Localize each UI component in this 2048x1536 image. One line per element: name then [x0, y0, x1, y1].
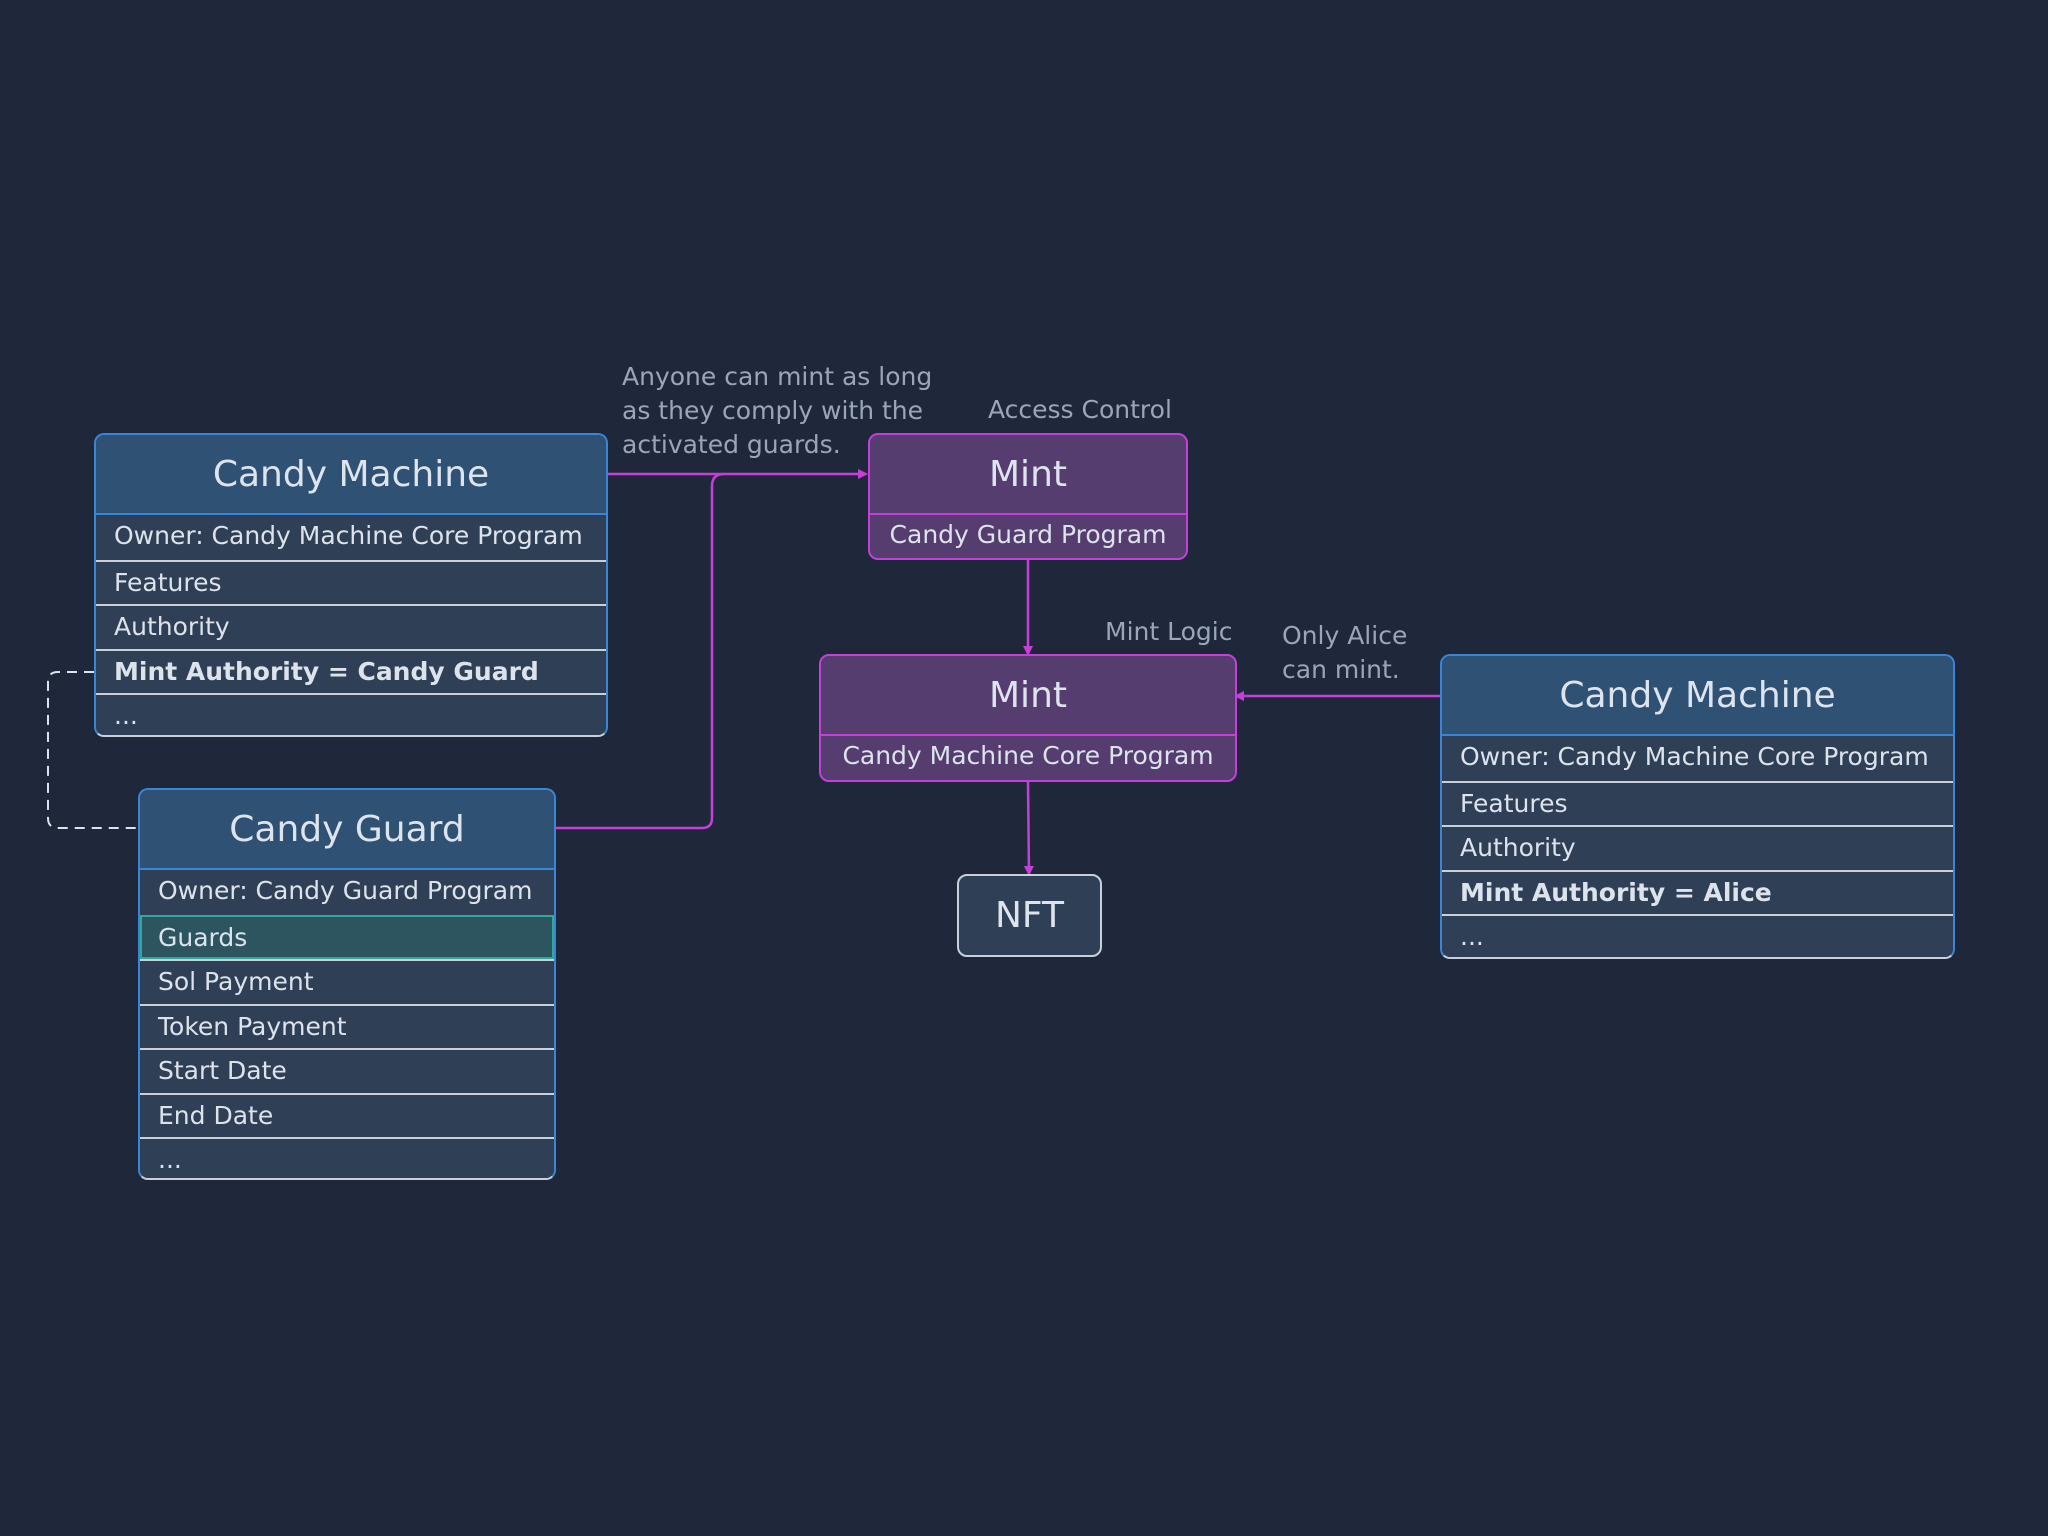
- anyone-can-mint-label: Anyone can mint as long as they comply w…: [622, 360, 932, 462]
- diagram-canvas: Candy Machine Owner: Candy Machine Core …: [0, 0, 2048, 1536]
- anyone-line-2: as they comply with the: [622, 396, 924, 425]
- candy-guard-node[interactable]: Candy Guard Owner: Candy Guard Program G…: [138, 788, 556, 1180]
- candy-guard-title: Candy Guard: [140, 790, 554, 870]
- field-more: ...: [96, 693, 606, 735]
- field-start-date: Start Date: [140, 1048, 554, 1093]
- candy-machine-right-fields: Owner: Candy Machine Core Program Featur…: [1442, 736, 1953, 957]
- field-more: ...: [1442, 914, 1953, 957]
- candy-machine-right-title: Candy Machine: [1442, 656, 1953, 736]
- field-token-payment: Token Payment: [140, 1003, 554, 1048]
- field-mint-authority: Mint Authority = Candy Guard: [96, 648, 606, 693]
- candy-machine-right-node[interactable]: Candy Machine Owner: Candy Machine Core …: [1440, 654, 1955, 959]
- only-alice-line-2: can mint.: [1282, 655, 1400, 684]
- candy-guard-fields: Owner: Candy Guard Program Guards Sol Pa…: [140, 870, 554, 1178]
- field-authority: Authority: [1442, 825, 1953, 870]
- candy-machine-left-title: Candy Machine: [96, 435, 606, 515]
- field-owner: Owner: Candy Guard Program: [140, 870, 554, 915]
- field-features: Features: [1442, 780, 1953, 825]
- field-end-date: End Date: [140, 1092, 554, 1137]
- anyone-line-1: Anyone can mint as long: [622, 362, 933, 391]
- field-mint-authority: Mint Authority = Alice: [1442, 869, 1953, 914]
- field-authority: Authority: [96, 604, 606, 649]
- field-sol-payment: Sol Payment: [140, 959, 554, 1004]
- field-more: ...: [140, 1137, 554, 1178]
- nft-node[interactable]: NFT: [957, 874, 1102, 957]
- candy-machine-left-fields: Owner: Candy Machine Core Program Featur…: [96, 515, 606, 735]
- field-owner: Owner: Candy Machine Core Program: [1442, 736, 1953, 781]
- nft-title: NFT: [995, 895, 1064, 936]
- field-guards: Guards: [140, 914, 554, 959]
- field-features: Features: [96, 559, 606, 604]
- mint-logic-label: Mint Logic: [1105, 617, 1233, 646]
- mint-core-node[interactable]: Mint Candy Machine Core Program: [819, 654, 1237, 782]
- mint-core-title: Mint: [821, 656, 1235, 736]
- field-owner: Owner: Candy Machine Core Program: [96, 515, 606, 560]
- only-alice-label: Only Alice can mint.: [1282, 619, 1407, 687]
- mint-guard-program: Candy Guard Program: [870, 515, 1186, 557]
- connector-mint-core-to-nft: [1023, 781, 1034, 876]
- anyone-line-3: activated guards.: [622, 430, 841, 459]
- only-alice-line-1: Only Alice: [1282, 621, 1408, 650]
- access-control-label: Access Control: [988, 395, 1172, 424]
- candy-machine-left-node[interactable]: Candy Machine Owner: Candy Machine Core …: [94, 433, 608, 737]
- mint-core-program: Candy Machine Core Program: [821, 736, 1235, 778]
